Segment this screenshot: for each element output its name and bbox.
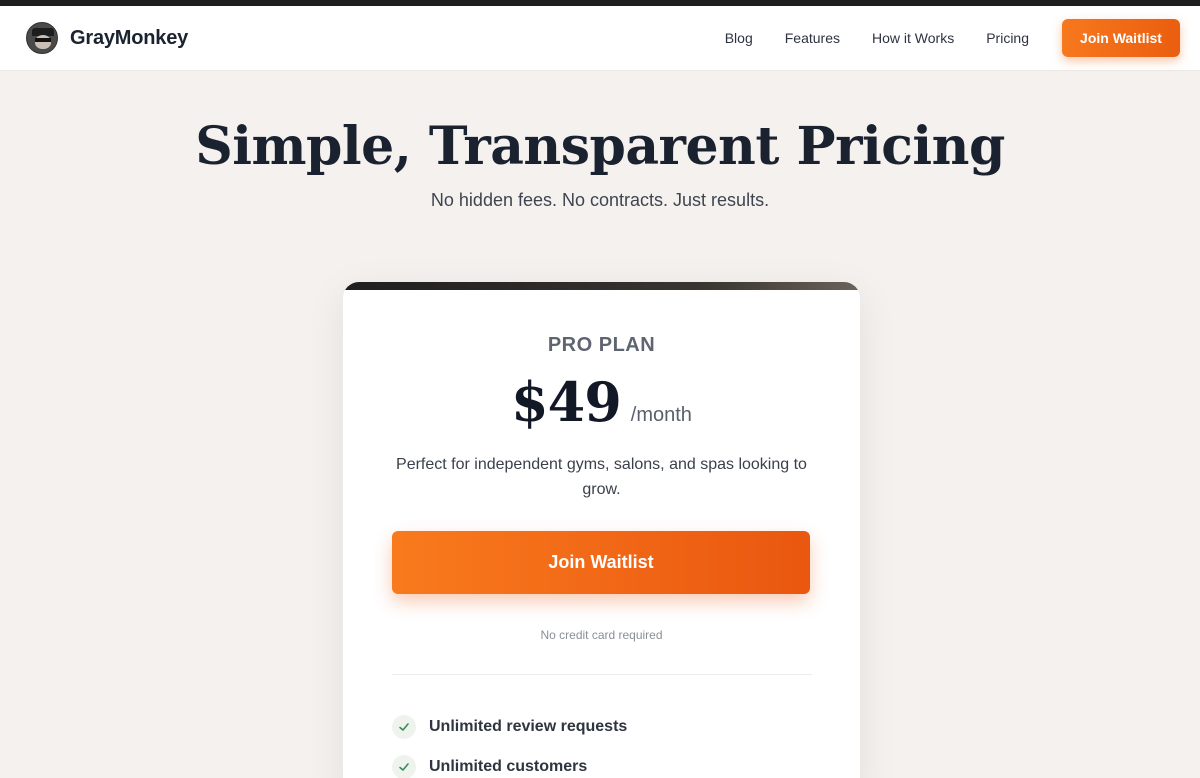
pricing-card: PRO PLAN $49 /month Perfect for independ… — [343, 282, 860, 778]
price-row: $49 /month — [343, 370, 860, 434]
join-waitlist-button[interactable]: Join Waitlist — [392, 531, 810, 594]
plan-price: $49 — [511, 370, 622, 434]
nav-link-blog[interactable]: Blog — [725, 30, 753, 46]
page-title: Simple, Transparent Pricing — [195, 116, 1005, 177]
plan-period: /month — [630, 404, 692, 426]
plan-description: Perfect for independent gyms, salons, an… — [396, 456, 807, 498]
check-icon — [392, 755, 416, 778]
monkey-logo-icon — [26, 22, 58, 54]
feature-label: Unlimited customers — [429, 758, 588, 775]
brand[interactable]: GrayMonkey — [26, 22, 188, 54]
nav-link-features[interactable]: Features — [785, 30, 840, 46]
nav-join-waitlist-button[interactable]: Join Waitlist — [1062, 19, 1180, 57]
page-subtitle: No hidden fees. No contracts. Just resul… — [430, 190, 770, 210]
nav-link-how-it-works[interactable]: How it Works — [872, 30, 954, 46]
feature-label: Unlimited review requests — [429, 718, 628, 735]
nav-link-pricing[interactable]: Pricing — [986, 30, 1029, 46]
divider — [392, 674, 812, 675]
navbar: GrayMonkey Blog Features How it Works Pr… — [0, 6, 1200, 71]
feature-item: Unlimited customers — [392, 747, 812, 778]
feature-item: Unlimited review requests — [392, 707, 812, 747]
brand-name: GrayMonkey — [70, 26, 189, 49]
plan-name: PRO PLAN — [547, 334, 656, 356]
nav-links: Blog Features How it Works Pricing Join … — [693, 19, 1180, 57]
no-credit-card-note: No credit card required — [540, 628, 663, 642]
check-icon — [392, 715, 416, 739]
card-top-accent — [343, 282, 860, 290]
feature-list: Unlimited review requests Unlimited cust… — [392, 707, 812, 778]
